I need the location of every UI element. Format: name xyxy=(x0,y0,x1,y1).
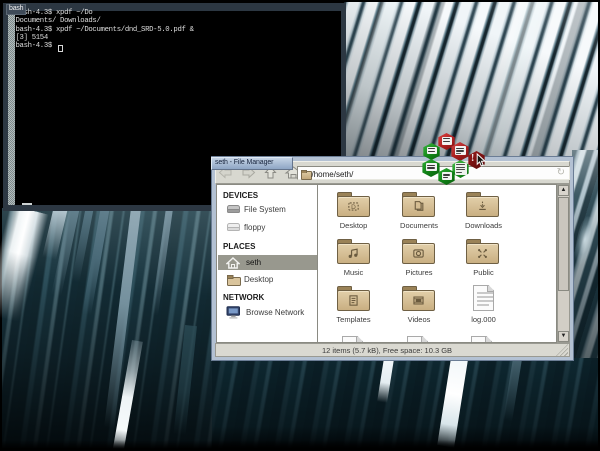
svg-text:D: D xyxy=(351,204,356,211)
